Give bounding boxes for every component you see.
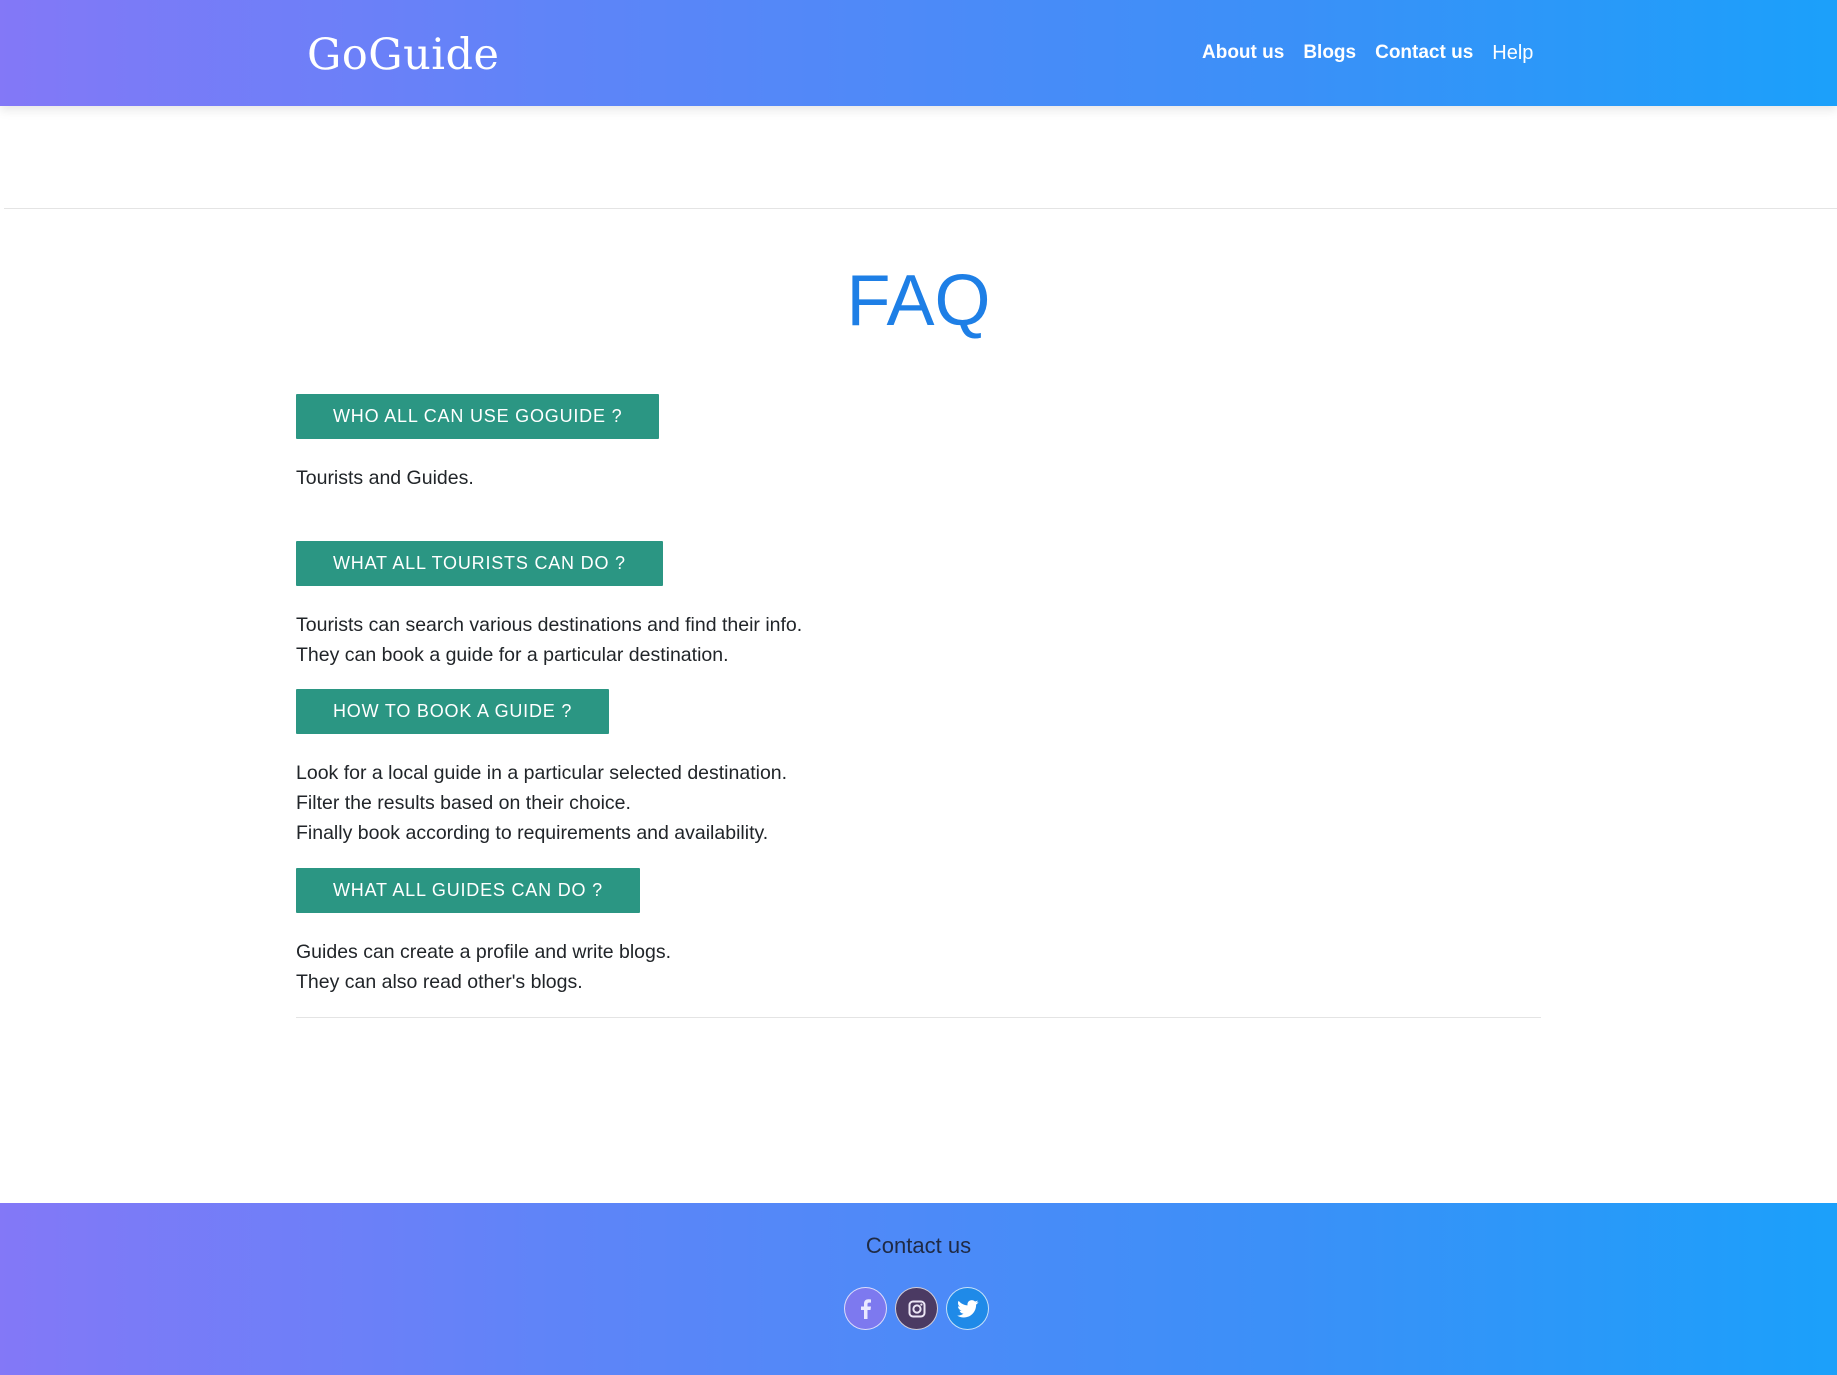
page-title: FAQ	[846, 261, 991, 341]
faq-question-button[interactable]: WHAT ALL GUIDES CAN DO ?	[296, 868, 640, 913]
faq-answer-line: Tourists and Guides.	[296, 467, 474, 489]
faq-answer: Tourists can search various destinations…	[296, 610, 802, 670]
nav-links: About us Blogs Contact us Help	[1202, 40, 1533, 66]
social-links	[844, 1287, 989, 1330]
footer: Contact us	[0, 1203, 1837, 1375]
footer-title: Contact us	[865, 1233, 972, 1258]
faq-question-button[interactable]: WHO ALL CAN USE GOGUIDE ?	[296, 394, 660, 439]
faq-answer-line: Guides can create a profile and write bl…	[296, 941, 672, 963]
faq-question-button[interactable]: WHAT ALL TOURISTS CAN DO ?	[296, 541, 663, 586]
faq-answer: Tourists and Guides.	[296, 463, 659, 493]
faq-answer-line: Look for a local guide in a particular s…	[296, 762, 788, 784]
faq-answer-line: Filter the results based on their choice…	[296, 792, 631, 814]
facebook-icon[interactable]	[844, 1287, 887, 1330]
twitter-icon[interactable]	[946, 1287, 989, 1330]
faq-question-button[interactable]: HOW TO BOOK A GUIDE ?	[296, 689, 610, 734]
brand-logo[interactable]: GoGuide	[307, 30, 500, 80]
faq-item-tourists: WHAT ALL TOURISTS CAN DO ? Tourists can …	[296, 541, 802, 670]
faq-item-book-guide: HOW TO BOOK A GUIDE ? Look for a local g…	[296, 689, 787, 848]
faq-item-who-can-use: WHO ALL CAN USE GOGUIDE ? Tourists and G…	[296, 394, 660, 493]
faq-answer: Look for a local guide in a particular s…	[296, 758, 787, 848]
faq-answer-line: Finally book according to requirements a…	[296, 822, 769, 844]
navbar: GoGuide About us Blogs Contact us Help	[0, 0, 1837, 106]
faq-answer-line: They can also read other's blogs.	[296, 971, 583, 993]
faq-answer-line: They can book a guide for a particular d…	[296, 644, 729, 666]
top-divider	[4, 208, 1837, 209]
instagram-icon[interactable]	[895, 1287, 938, 1330]
nav-link-blogs[interactable]: Blogs	[1303, 40, 1356, 66]
nav-link-help[interactable]: Help	[1492, 40, 1533, 66]
nav-link-about-us[interactable]: About us	[1202, 40, 1284, 66]
bottom-divider	[296, 1017, 1541, 1018]
nav-link-contact-us[interactable]: Contact us	[1375, 40, 1473, 66]
faq-answer: Guides can create a profile and write bl…	[296, 937, 671, 997]
faq-item-guides: WHAT ALL GUIDES CAN DO ? Guides can crea…	[296, 868, 671, 997]
faq-answer-line: Tourists can search various destinations…	[296, 614, 803, 636]
